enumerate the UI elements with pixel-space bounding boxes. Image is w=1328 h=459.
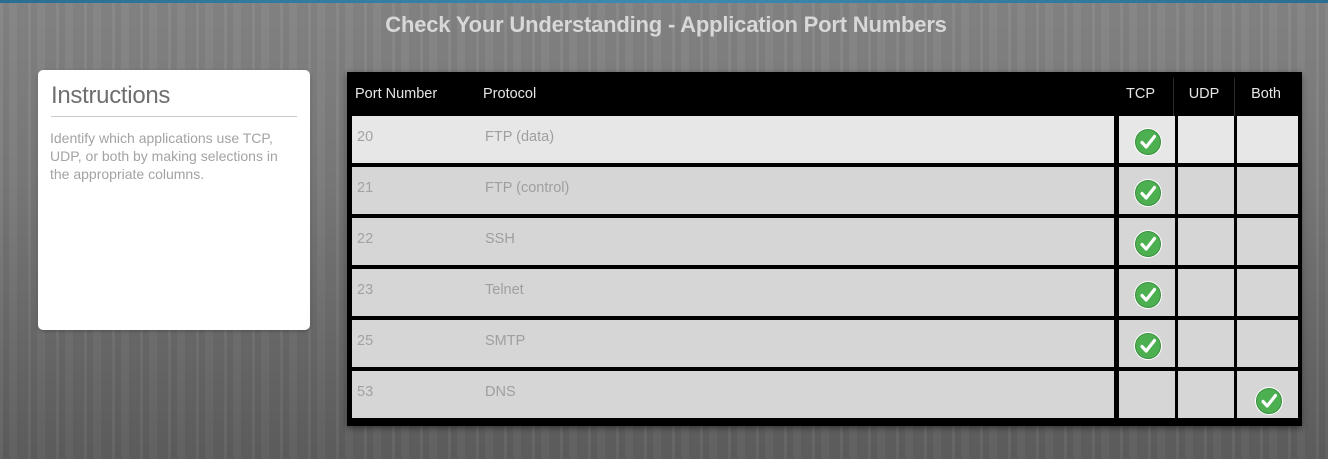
tcp-select-cell[interactable] xyxy=(1119,320,1175,367)
header-udp: UDP xyxy=(1188,86,1220,102)
row-info-cell: 20 FTP (data) xyxy=(352,116,1114,163)
tcp-select-cell[interactable] xyxy=(1119,218,1175,265)
header-port-number: Port Number xyxy=(355,86,438,102)
row-info-cell: 21 FTP (control) xyxy=(352,167,1114,214)
table-row: 53 DNS xyxy=(352,371,1298,418)
row-info-cell: 22 SSH xyxy=(352,218,1114,265)
port-number: 53 xyxy=(357,384,374,400)
header-both: Both xyxy=(1251,86,1281,102)
check-circle-icon xyxy=(1133,178,1163,208)
header-divider xyxy=(1173,78,1174,116)
header-divider xyxy=(1234,78,1235,116)
instructions-heading: Instructions xyxy=(51,82,297,117)
tcp-select-cell[interactable] xyxy=(1119,371,1175,418)
udp-select-cell[interactable] xyxy=(1178,116,1234,163)
port-number: 21 xyxy=(357,180,374,196)
check-circle-icon xyxy=(1133,331,1163,361)
check-circle-icon xyxy=(1133,229,1163,259)
row-info-cell: 25 SMTP xyxy=(352,320,1114,367)
table-row: 25 SMTP xyxy=(352,320,1298,367)
udp-select-cell[interactable] xyxy=(1178,320,1234,367)
tcp-select-cell[interactable] xyxy=(1119,269,1175,316)
protocol-name: SSH xyxy=(485,231,515,247)
row-info-cell: 53 DNS xyxy=(352,371,1114,418)
top-accent-strip xyxy=(0,0,1328,3)
check-circle-icon xyxy=(1254,386,1284,416)
protocol-name: Telnet xyxy=(485,282,524,298)
port-number: 23 xyxy=(357,282,374,298)
both-select-cell[interactable] xyxy=(1237,269,1298,316)
protocol-name: SMTP xyxy=(485,333,526,349)
check-circle-icon xyxy=(1133,280,1163,310)
page-title: Check Your Understanding - Application P… xyxy=(385,12,947,37)
both-select-cell[interactable] xyxy=(1237,371,1298,418)
tcp-select-cell[interactable] xyxy=(1119,167,1175,214)
tcp-select-cell[interactable] xyxy=(1119,116,1175,163)
port-number: 25 xyxy=(357,333,374,349)
both-select-cell[interactable] xyxy=(1237,218,1298,265)
udp-select-cell[interactable] xyxy=(1178,371,1234,418)
table-header: Port Number Protocol TCP UDP Both xyxy=(347,72,1302,116)
table-row: 21 FTP (control) xyxy=(352,167,1298,214)
table-row: 22 SSH xyxy=(352,218,1298,265)
table-row: 20 FTP (data) xyxy=(352,116,1298,163)
port-number: 20 xyxy=(357,129,374,145)
port-number: 22 xyxy=(357,231,374,247)
udp-select-cell[interactable] xyxy=(1178,269,1234,316)
both-select-cell[interactable] xyxy=(1237,320,1298,367)
protocol-name: FTP (data) xyxy=(485,129,555,145)
row-info-cell: 23 Telnet xyxy=(352,269,1114,316)
protocol-name: DNS xyxy=(485,384,516,400)
port-table: Port Number Protocol TCP UDP Both 20 FTP … xyxy=(347,72,1302,426)
udp-select-cell[interactable] xyxy=(1178,167,1234,214)
udp-select-cell[interactable] xyxy=(1178,218,1234,265)
both-select-cell[interactable] xyxy=(1237,116,1298,163)
header-tcp: TCP xyxy=(1126,86,1155,102)
instructions-text: Identify which applications use TCP, UDP… xyxy=(50,130,278,182)
protocol-name: FTP (control) xyxy=(485,180,570,196)
header-protocol: Protocol xyxy=(483,86,537,102)
both-select-cell[interactable] xyxy=(1237,167,1298,214)
table-row: 23 Telnet xyxy=(352,269,1298,316)
table-body: 20 FTP (data) 21 FTP (control) 22 SSH 23 Telnet… xyxy=(352,116,1298,418)
check-circle-icon xyxy=(1133,127,1163,157)
instructions-panel: Instructions Identify which applications… xyxy=(38,70,310,330)
